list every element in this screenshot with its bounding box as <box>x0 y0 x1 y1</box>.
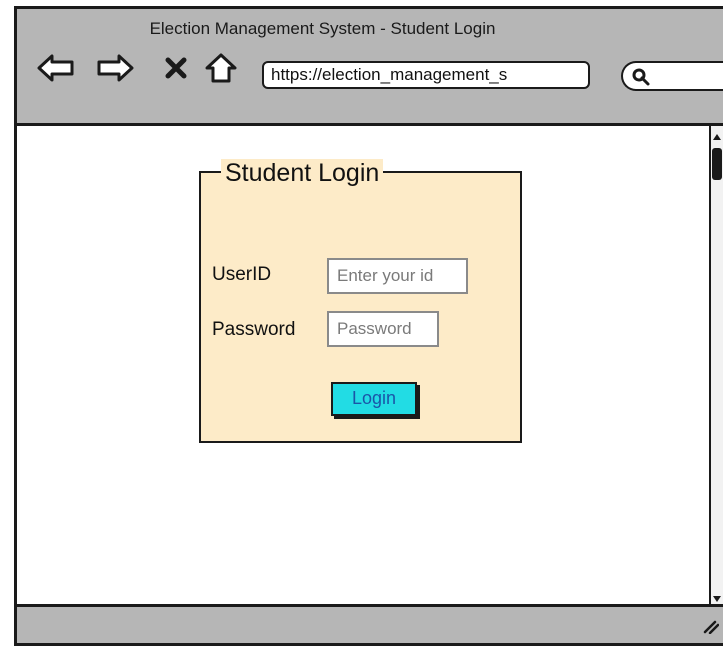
scroll-thumb[interactable] <box>712 148 722 180</box>
close-x-icon[interactable] <box>161 49 191 87</box>
browser-statusbar <box>17 604 723 643</box>
back-arrow-icon[interactable] <box>35 49 77 87</box>
browser-titlebar: Election Management System - Student Log… <box>17 9 723 126</box>
forward-arrow-icon[interactable] <box>94 49 136 87</box>
password-label: Password <box>212 319 296 340</box>
userid-input[interactable]: Enter your id <box>327 258 468 294</box>
vertical-scrollbar[interactable] <box>709 126 723 610</box>
search-icon <box>631 67 651 92</box>
scroll-up-arrow-icon[interactable] <box>711 130 723 144</box>
window-title: Election Management System - Student Log… <box>149 19 496 38</box>
search-box[interactable] <box>621 61 723 91</box>
login-panel: Student Login UserID Enter your id Passw… <box>199 159 522 443</box>
home-icon[interactable] <box>203 49 239 87</box>
resize-grip-icon[interactable] <box>701 616 720 639</box>
login-button[interactable]: Login <box>331 382 417 416</box>
userid-label: UserID <box>212 264 272 285</box>
address-bar[interactable]: https://election_management_s <box>262 61 590 89</box>
password-input[interactable]: Password <box>327 311 439 347</box>
login-heading: Student Login <box>221 159 384 187</box>
